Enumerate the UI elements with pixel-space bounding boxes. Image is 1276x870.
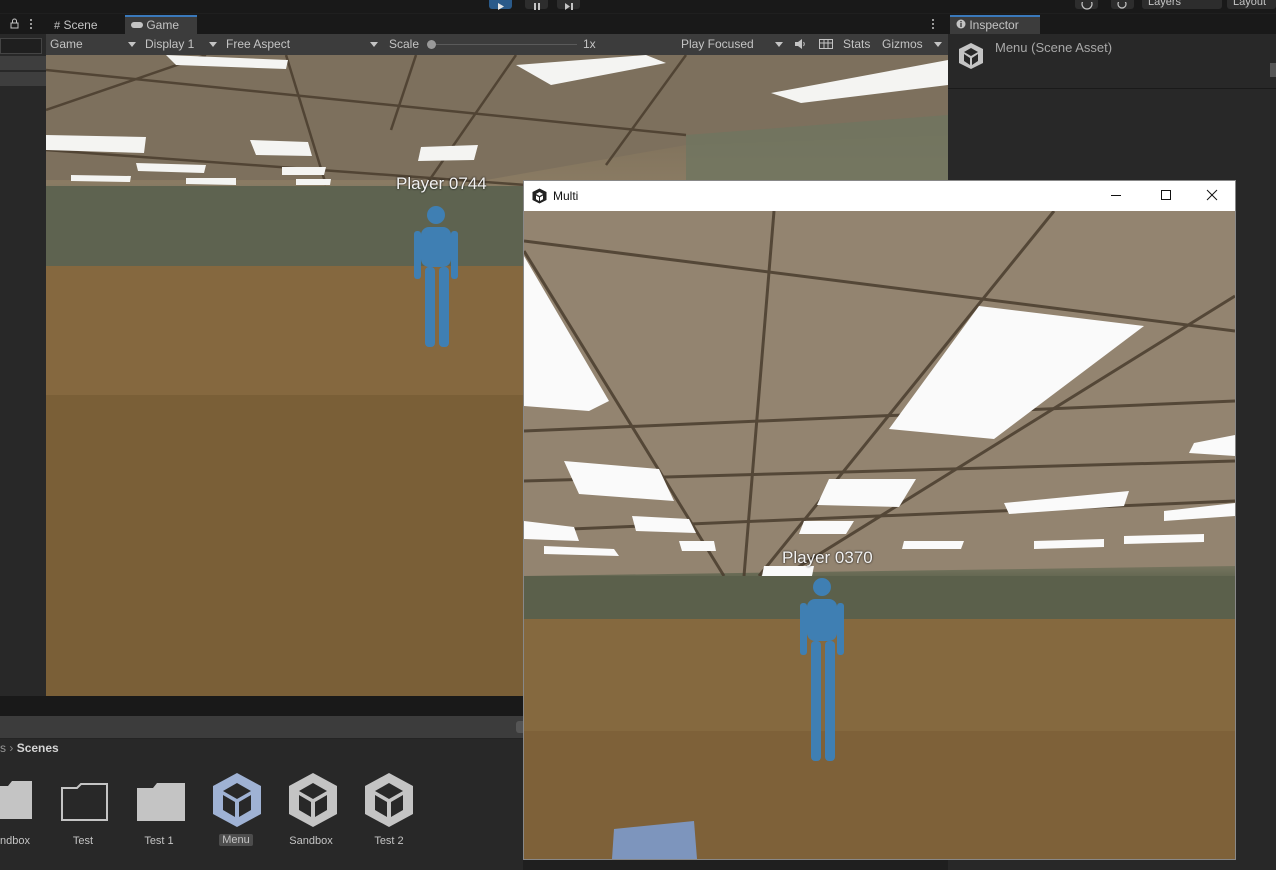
asset-scene[interactable] <box>288 772 338 831</box>
display-dropdown[interactable]: Display 1 <box>145 34 219 55</box>
more-icon[interactable] <box>29 18 33 33</box>
stats-button[interactable]: Stats <box>843 34 870 55</box>
chevron-down-icon <box>775 42 783 47</box>
maximize-button[interactable] <box>1159 188 1173 205</box>
gamepad-icon <box>131 18 146 32</box>
aspect-label: Free Aspect <box>226 37 291 51</box>
asset-folder[interactable] <box>137 782 185 825</box>
maximize-icon <box>1161 190 1171 200</box>
unity-scene-icon <box>213 773 261 827</box>
close-icon <box>1206 189 1218 201</box>
play-mode-label: Play Focused <box>681 37 754 51</box>
game-mode-label: Game <box>50 37 83 51</box>
play-button[interactable] <box>489 0 512 10</box>
history-icon <box>1081 0 1093 10</box>
folder-icon <box>137 783 185 821</box>
unity-scene-icon <box>958 42 984 73</box>
scale-slider[interactable] <box>432 44 577 45</box>
play-mode-dropdown[interactable]: Play Focused <box>681 34 786 55</box>
gizmos-dropdown[interactable]: Gizmos <box>882 34 944 55</box>
asset-label: Test <box>72 835 94 847</box>
project-panel: s › Scenes ndbox Test Test 1 Menu Sandbo… <box>0 716 523 870</box>
scale-slider-handle[interactable] <box>427 40 436 49</box>
chevron-down-icon <box>128 42 136 47</box>
game-more-icon[interactable] <box>931 18 935 33</box>
search-field-edge[interactable] <box>516 721 523 733</box>
minimize-icon <box>1111 195 1121 196</box>
keyboard-icon[interactable] <box>819 38 833 53</box>
inspector-header: Menu (Scene Asset) <box>948 34 1276 89</box>
tab-scene-label: Scene <box>63 18 98 32</box>
asset-label: ndbox <box>0 835 30 847</box>
breadcrumb-separator-icon: › <box>9 741 14 755</box>
tab-inspector-label: Inspector <box>969 18 1019 32</box>
folder-icon <box>0 781 32 819</box>
play-icon <box>498 3 504 10</box>
lock-icon[interactable] <box>10 18 19 32</box>
display-label: Display 1 <box>145 37 195 51</box>
asset-label: Sandbox <box>289 835 333 847</box>
step-button[interactable] <box>557 0 580 10</box>
open-button[interactable] <box>1270 63 1276 77</box>
layout-label: Layout <box>1233 0 1267 8</box>
tab-scene[interactable]: # Scene <box>48 15 122 35</box>
aspect-dropdown[interactable]: Free Aspect <box>226 34 380 55</box>
search-icon <box>1117 0 1127 9</box>
tab-game[interactable]: Game <box>125 15 197 35</box>
unity-logo-icon <box>532 188 547 207</box>
chevron-down-icon <box>934 42 942 47</box>
hierarchy-row[interactable] <box>0 56 46 70</box>
unity-scene-icon <box>289 773 337 827</box>
project-tab-strip <box>0 696 523 716</box>
asset-folder[interactable] <box>61 782 109 825</box>
player-name-label: Player 0370 <box>782 548 873 567</box>
multi-scene-render <box>524 211 1235 859</box>
main-toolbar: Layers Layout <box>0 0 1276 13</box>
player-name-label: Player 0744 <box>396 174 487 193</box>
minimize-button[interactable] <box>1109 188 1123 205</box>
tab-game-label: Game <box>146 18 180 32</box>
scale-label: Scale <box>389 37 420 51</box>
breadcrumb-prev[interactable]: s <box>0 741 6 755</box>
step-icon <box>565 3 573 10</box>
hierarchy-row[interactable] <box>0 72 46 86</box>
info-icon <box>956 18 969 32</box>
folder-open-icon <box>61 783 108 821</box>
asset-folder[interactable] <box>0 776 34 825</box>
project-toolbar <box>0 716 523 739</box>
breadcrumb: s › Scenes <box>0 739 523 757</box>
hierarchy-search[interactable] <box>0 38 42 54</box>
multi-viewport[interactable]: Player 0370 <box>524 211 1235 859</box>
inspector-title: Menu (Scene Asset) <box>995 40 1113 55</box>
layout-dropdown[interactable]: Layout <box>1227 0 1276 9</box>
asset-scene[interactable] <box>364 772 414 831</box>
breadcrumb-current[interactable]: Scenes <box>17 741 59 755</box>
asset-label: Test 2 <box>374 835 404 847</box>
hierarchy-panel <box>0 34 46 696</box>
pause-icon <box>534 3 540 10</box>
search-button[interactable] <box>1111 0 1134 9</box>
gizmos-label: Gizmos <box>882 37 923 51</box>
layers-label: Layers <box>1148 0 1182 8</box>
asset-label: Test 1 <box>144 835 174 847</box>
scale-value: 1x <box>583 37 596 51</box>
tab-inspector[interactable]: Inspector <box>950 15 1040 35</box>
history-button[interactable] <box>1075 0 1098 10</box>
pause-button[interactable] <box>525 0 548 10</box>
game-mode-dropdown[interactable]: Game <box>50 34 136 55</box>
scene-grid-icon: # <box>54 20 61 32</box>
chevron-down-icon <box>209 42 217 47</box>
window-titlebar[interactable]: Multi <box>524 181 1235 211</box>
close-button[interactable] <box>1205 188 1219 205</box>
chevron-down-icon <box>370 42 378 47</box>
asset-scene-selected[interactable] <box>212 772 262 831</box>
window-title: Multi <box>553 189 579 203</box>
layers-dropdown[interactable]: Layers <box>1142 0 1222 9</box>
audio-mute-icon[interactable] <box>794 38 806 53</box>
asset-label: Menu <box>219 834 253 846</box>
game-view-toolbar: Game Display 1 Free Aspect Scale 1x Play… <box>46 34 948 56</box>
unity-scene-icon <box>365 773 413 827</box>
